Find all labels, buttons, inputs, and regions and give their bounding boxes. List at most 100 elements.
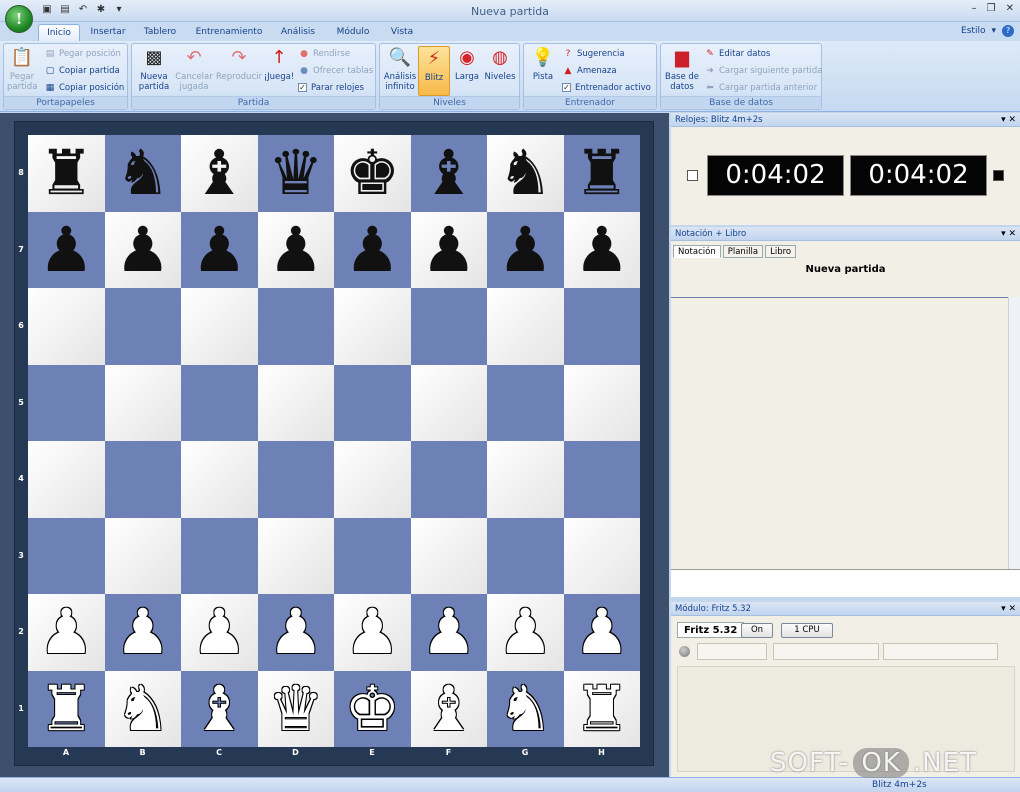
square-d7[interactable]: ♟ bbox=[257, 211, 334, 288]
tab-modulo[interactable]: Módulo bbox=[330, 24, 376, 41]
paste-position-button[interactable]: ▤ Pegar posición bbox=[44, 47, 121, 61]
black-queen-icon[interactable]: ♛ bbox=[268, 142, 324, 204]
copy-game-button[interactable]: ▢ Copiar partida bbox=[44, 64, 120, 78]
tab-planilla[interactable]: Planilla bbox=[722, 245, 764, 258]
square-c2[interactable]: ♟ bbox=[181, 594, 258, 671]
square-d5[interactable] bbox=[257, 364, 334, 441]
square-f5[interactable] bbox=[410, 364, 487, 441]
white-pawn-icon[interactable]: ♟ bbox=[497, 601, 553, 663]
database-button[interactable]: ▆ Base de datos bbox=[664, 46, 700, 92]
square-g6[interactable] bbox=[487, 288, 564, 365]
square-a3[interactable] bbox=[28, 517, 105, 594]
square-b7[interactable]: ♟ bbox=[104, 211, 181, 288]
style-menu[interactable]: Estilo ▾ ? bbox=[961, 25, 1014, 37]
black-rook-icon[interactable]: ♜ bbox=[574, 142, 630, 204]
copy-position-button[interactable]: ▦ Copiar posición bbox=[44, 81, 125, 95]
square-b4[interactable] bbox=[104, 441, 181, 518]
black-pawn-icon[interactable]: ♟ bbox=[497, 218, 553, 281]
engine-on-button[interactable]: On bbox=[741, 623, 773, 638]
chess-board[interactable]: ♜ ♞ ♝ ♛ ♚ ♝ ♞ ♜ ♟ ♟ ♟ ♟ ♟ ♟ ♟ ♟ ♟ ♟ ♟ ♟ ♟ ♟ ♟ ♟ ♜ ♞ ♝ ♛ ♚ ♝ ♞ ♜ bbox=[28, 135, 640, 747]
square-e7[interactable]: ♟ bbox=[334, 211, 411, 288]
replay-button[interactable]: ↷ Reproducir bbox=[216, 46, 262, 82]
square-h6[interactable] bbox=[563, 288, 640, 365]
square-b1[interactable]: ♞ bbox=[104, 670, 181, 747]
square-e6[interactable] bbox=[334, 288, 411, 365]
square-c5[interactable] bbox=[181, 364, 258, 441]
black-pawn-icon[interactable]: ♟ bbox=[344, 218, 400, 281]
white-pawn-icon[interactable]: ♟ bbox=[344, 601, 400, 663]
black-rook-icon[interactable]: ♜ bbox=[38, 142, 94, 204]
white-rook-icon[interactable]: ♜ bbox=[574, 677, 630, 740]
square-h2[interactable]: ♟ bbox=[563, 594, 640, 671]
app-menu-button[interactable]: ! bbox=[5, 5, 33, 33]
square-c1[interactable]: ♝ bbox=[181, 670, 258, 747]
white-pawn-icon[interactable]: ♟ bbox=[191, 601, 247, 663]
tab-inicio[interactable]: Inicio bbox=[38, 24, 80, 41]
black-knight-icon[interactable]: ♞ bbox=[497, 142, 553, 204]
square-g3[interactable] bbox=[487, 517, 564, 594]
stop-clocks-checkbox[interactable]: ✓ Parar relojes bbox=[298, 81, 364, 95]
square-d8[interactable]: ♛ bbox=[257, 135, 334, 212]
tab-entrenamiento[interactable]: Entrenamiento bbox=[192, 24, 266, 41]
square-d3[interactable] bbox=[257, 517, 334, 594]
black-king-icon[interactable]: ♚ bbox=[344, 142, 400, 204]
notation-comment-box[interactable] bbox=[671, 569, 1020, 597]
black-bishop-icon[interactable]: ♝ bbox=[421, 142, 477, 204]
square-h1[interactable]: ♜ bbox=[563, 670, 640, 747]
resign-button[interactable]: ● Rendirse bbox=[298, 47, 350, 61]
black-pawn-icon[interactable]: ♟ bbox=[191, 218, 247, 281]
notation-moves-area[interactable] bbox=[671, 297, 1008, 569]
square-b2[interactable]: ♟ bbox=[104, 594, 181, 671]
square-b5[interactable] bbox=[104, 364, 181, 441]
help-icon[interactable]: ? bbox=[1002, 25, 1014, 37]
square-f4[interactable] bbox=[410, 441, 487, 518]
square-a4[interactable] bbox=[28, 441, 105, 518]
square-d4[interactable] bbox=[257, 441, 334, 518]
square-a7[interactable]: ♟ bbox=[28, 211, 105, 288]
suggestion-button[interactable]: ? Sugerencia bbox=[562, 47, 625, 61]
infinite-analysis-button[interactable]: 🔍 Análisis infinito bbox=[383, 46, 417, 92]
square-h8[interactable]: ♜ bbox=[563, 135, 640, 212]
square-d1[interactable]: ♛ bbox=[257, 670, 334, 747]
tab-libro[interactable]: Libro bbox=[765, 245, 797, 258]
square-e8[interactable]: ♚ bbox=[334, 135, 411, 212]
engine-cpu-button[interactable]: 1 CPU bbox=[781, 623, 833, 638]
square-f7[interactable]: ♟ bbox=[410, 211, 487, 288]
square-g7[interactable]: ♟ bbox=[487, 211, 564, 288]
square-c4[interactable] bbox=[181, 441, 258, 518]
square-d6[interactable] bbox=[257, 288, 334, 365]
offer-draw-button[interactable]: ● Ofrecer tablas bbox=[298, 64, 373, 78]
square-b3[interactable] bbox=[104, 517, 181, 594]
black-bishop-icon[interactable]: ♝ bbox=[191, 142, 247, 204]
square-b6[interactable] bbox=[104, 288, 181, 365]
tab-tablero[interactable]: Tablero bbox=[138, 24, 182, 41]
tab-insertar[interactable]: Insertar bbox=[86, 24, 130, 41]
square-g5[interactable] bbox=[487, 364, 564, 441]
long-game-button[interactable]: ◉ Larga bbox=[452, 46, 482, 82]
close-icon[interactable]: ✕ bbox=[1006, 3, 1014, 14]
white-pawn-icon[interactable]: ♟ bbox=[574, 601, 630, 663]
black-pawn-icon[interactable]: ♟ bbox=[268, 218, 324, 281]
square-e1[interactable]: ♚ bbox=[334, 670, 411, 747]
tab-notacion[interactable]: Notación bbox=[673, 245, 721, 258]
square-f1[interactable]: ♝ bbox=[410, 670, 487, 747]
square-g8[interactable]: ♞ bbox=[487, 135, 564, 212]
square-g2[interactable]: ♟ bbox=[487, 594, 564, 671]
square-h7[interactable]: ♟ bbox=[563, 211, 640, 288]
levels-button[interactable]: ◍ Niveles bbox=[483, 46, 517, 82]
take-back-button[interactable]: ↶ Cancelar jugada bbox=[174, 46, 214, 92]
square-a1[interactable]: ♜ bbox=[28, 670, 105, 747]
square-a8[interactable]: ♜ bbox=[28, 135, 105, 212]
square-c6[interactable] bbox=[181, 288, 258, 365]
square-g1[interactable]: ♞ bbox=[487, 670, 564, 747]
restore-icon[interactable]: ❐ bbox=[987, 3, 996, 14]
square-f6[interactable] bbox=[410, 288, 487, 365]
hint-button[interactable]: 💡 Pista bbox=[528, 46, 558, 82]
pane-controls[interactable]: ▾ ✕ bbox=[1001, 113, 1016, 127]
paste-game-button[interactable]: 📋 Pegar partida bbox=[7, 46, 37, 92]
white-pawn-icon[interactable]: ♟ bbox=[115, 601, 171, 663]
square-h3[interactable] bbox=[563, 517, 640, 594]
white-pawn-icon[interactable]: ♟ bbox=[38, 601, 94, 663]
white-bishop-icon[interactable]: ♝ bbox=[191, 677, 247, 740]
pane-controls[interactable]: ▾ ✕ bbox=[1001, 227, 1016, 241]
